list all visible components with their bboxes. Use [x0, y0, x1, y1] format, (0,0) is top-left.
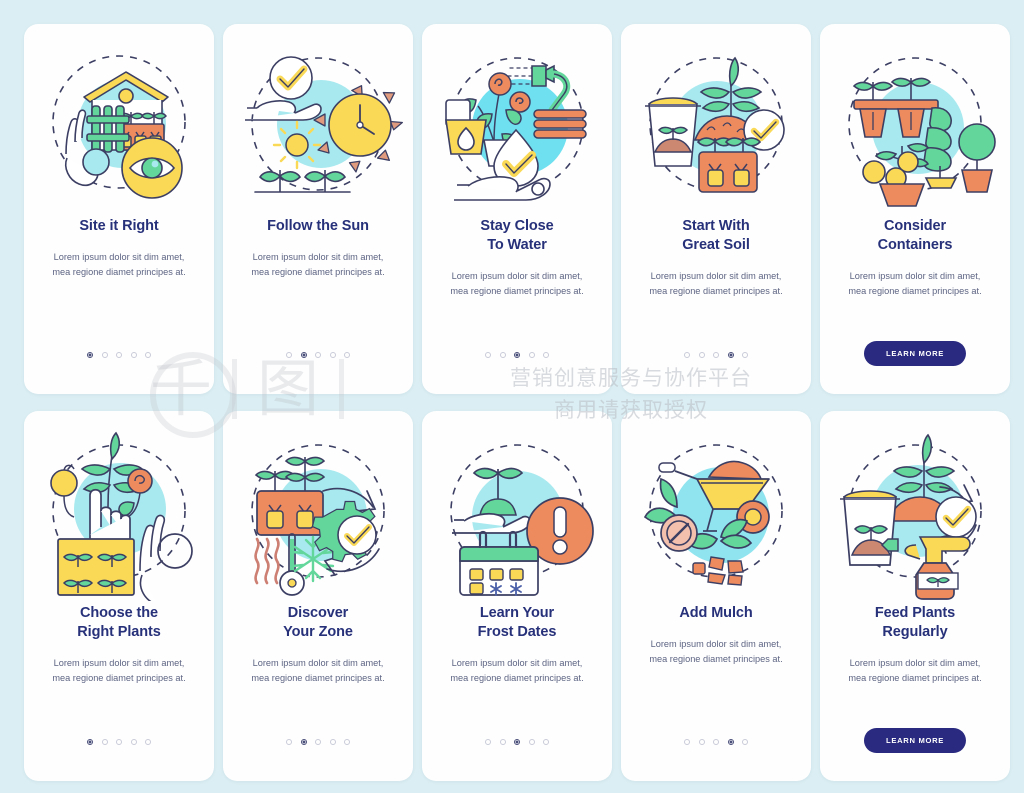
card-title: Site it Right	[79, 218, 159, 234]
pagination-dot[interactable]	[300, 352, 307, 358]
pagination-dot[interactable]	[528, 739, 535, 745]
pagination-dot[interactable]	[130, 352, 137, 358]
onboarding-card-add-mulch[interactable]: Add Mulch Lorem ipsum dolor sit dim amet…	[621, 411, 811, 781]
pagination-dots[interactable]	[422, 739, 612, 745]
card-body-text: Lorem ipsum dolor sit dim amet, mea regi…	[649, 639, 783, 665]
pagination-dot[interactable]	[499, 739, 506, 745]
card-title: Start With Great Soil	[682, 218, 750, 254]
onboarding-card-follow-the-sun[interactable]: Follow the Sun Lorem ipsum dolor sit dim…	[223, 24, 413, 394]
pagination-dots[interactable]	[24, 739, 214, 745]
pagination-dot[interactable]	[485, 352, 491, 358]
pagination-dot[interactable]	[116, 739, 122, 745]
card-body-text: Lorem ipsum dolor sit dim amet, mea regi…	[649, 271, 783, 297]
pagination-dot[interactable]	[543, 352, 549, 358]
pagination-dot[interactable]	[315, 352, 321, 358]
thermometer-gear-zone-icon	[233, 427, 403, 602]
onboarding-card-learn-your-frost-dates[interactable]: Learn Your Frost Dates Lorem ipsum dolor …	[422, 411, 612, 781]
cards-grid: Site it Right Lorem ipsum dolor sit dim …	[0, 0, 1024, 793]
onboarding-screens-board: Site it Right Lorem ipsum dolor sit dim …	[0, 0, 1024, 793]
card-title: Add Mulch	[679, 605, 753, 621]
sun-clock-seedlings-icon	[233, 40, 403, 215]
pagination-dot[interactable]	[499, 352, 506, 358]
pagination-dot[interactable]	[514, 352, 520, 358]
pagination-dots[interactable]	[621, 739, 811, 745]
potted-plants-containers-icon	[830, 40, 1000, 215]
pagination-dot[interactable]	[286, 739, 292, 745]
soil-bag-seedling-check-icon	[631, 40, 801, 215]
onboarding-card-feed-plants-regularly[interactable]: Feed Plants Regularly Lorem ipsum dolor s…	[820, 411, 1010, 781]
pagination-dot[interactable]	[727, 352, 734, 358]
pagination-dot[interactable]	[116, 352, 122, 358]
pagination-dot[interactable]	[145, 352, 151, 358]
card-title: Choose the Right Plants	[77, 605, 161, 641]
calendar-frost-alert-icon	[432, 427, 602, 602]
pagination-dot[interactable]	[145, 739, 151, 745]
pagination-dot[interactable]	[130, 739, 137, 745]
pagination-dot[interactable]	[698, 739, 705, 745]
card-body-text: Lorem ipsum dolor sit dim amet, mea regi…	[251, 252, 385, 278]
card-body-text: Lorem ipsum dolor sit dim amet, mea regi…	[52, 658, 186, 684]
pagination-dots[interactable]	[223, 352, 413, 358]
onboarding-card-discover-your-zone[interactable]: Discover Your Zone Lorem ipsum dolor sit …	[223, 411, 413, 781]
pagination-dots[interactable]	[223, 739, 413, 745]
pagination-dot[interactable]	[329, 739, 336, 745]
pagination-dot[interactable]	[286, 352, 292, 358]
onboarding-card-stay-close-to-water[interactable]: Stay Close To Water Lorem ipsum dolor sit…	[422, 24, 612, 394]
learn-more-button[interactable]: LEARN MORE	[863, 341, 967, 366]
pagination-dot[interactable]	[101, 739, 108, 745]
card-title: Follow the Sun	[267, 218, 369, 234]
card-body-text: Lorem ipsum dolor sit dim amet, mea regi…	[251, 658, 385, 684]
card-body-text: Lorem ipsum dolor sit dim amet, mea regi…	[848, 271, 982, 297]
pagination-dot[interactable]	[514, 739, 520, 745]
pagination-dot[interactable]	[87, 739, 93, 745]
pagination-dots[interactable]	[24, 352, 214, 358]
watering-can-hose-droplet-icon	[432, 40, 602, 215]
card-body-text: Lorem ipsum dolor sit dim amet, mea regi…	[450, 658, 584, 684]
fertilizer-spray-bottle-icon	[830, 427, 1000, 602]
onboarding-card-site-it-right[interactable]: Site it Right Lorem ipsum dolor sit dim …	[24, 24, 214, 394]
pagination-dot[interactable]	[344, 739, 350, 745]
pagination-dot[interactable]	[684, 739, 690, 745]
pagination-dot[interactable]	[727, 739, 734, 745]
pagination-dots[interactable]	[422, 352, 612, 358]
hand-pointing-seedling-tray-icon	[34, 427, 204, 602]
onboarding-card-consider-containers[interactable]: Consider Containers Lorem ipsum dolor sit…	[820, 24, 1010, 394]
pagination-dot[interactable]	[315, 739, 321, 745]
card-title: Stay Close To Water	[480, 218, 554, 254]
onboarding-card-start-with-great-soil[interactable]: Start With Great Soil Lorem ipsum dolor s…	[621, 24, 811, 394]
learn-more-button[interactable]: LEARN MORE	[863, 728, 967, 753]
card-title: Consider Containers	[877, 218, 953, 254]
pagination-dot[interactable]	[87, 352, 93, 358]
card-body-text: Lorem ipsum dolor sit dim amet, mea regi…	[52, 252, 186, 278]
pagination-dot[interactable]	[344, 352, 350, 358]
pagination-dot[interactable]	[742, 739, 748, 745]
pagination-dot[interactable]	[485, 739, 491, 745]
pagination-dot[interactable]	[713, 739, 719, 745]
card-body-text: Lorem ipsum dolor sit dim amet, mea regi…	[848, 658, 982, 684]
pagination-dot[interactable]	[698, 352, 705, 358]
pagination-dot[interactable]	[543, 739, 549, 745]
card-title: Learn Your Frost Dates	[477, 605, 557, 641]
pagination-dot[interactable]	[713, 352, 719, 358]
onboarding-card-choose-the-right-plants[interactable]: Choose the Right Plants Lorem ipsum dolor…	[24, 411, 214, 781]
card-title: Feed Plants Regularly	[874, 605, 956, 641]
card-body-text: Lorem ipsum dolor sit dim amet, mea regi…	[450, 271, 584, 297]
wheelbarrow-mulch-icon	[631, 427, 801, 602]
pagination-dot[interactable]	[684, 352, 690, 358]
garden-house-eye-icon	[34, 40, 204, 215]
pagination-dot[interactable]	[300, 739, 307, 745]
pagination-dot[interactable]	[742, 352, 748, 358]
card-title: Discover Your Zone	[283, 605, 353, 641]
pagination-dot[interactable]	[101, 352, 108, 358]
pagination-dots[interactable]	[621, 352, 811, 358]
pagination-dot[interactable]	[329, 352, 336, 358]
pagination-dot[interactable]	[528, 352, 535, 358]
